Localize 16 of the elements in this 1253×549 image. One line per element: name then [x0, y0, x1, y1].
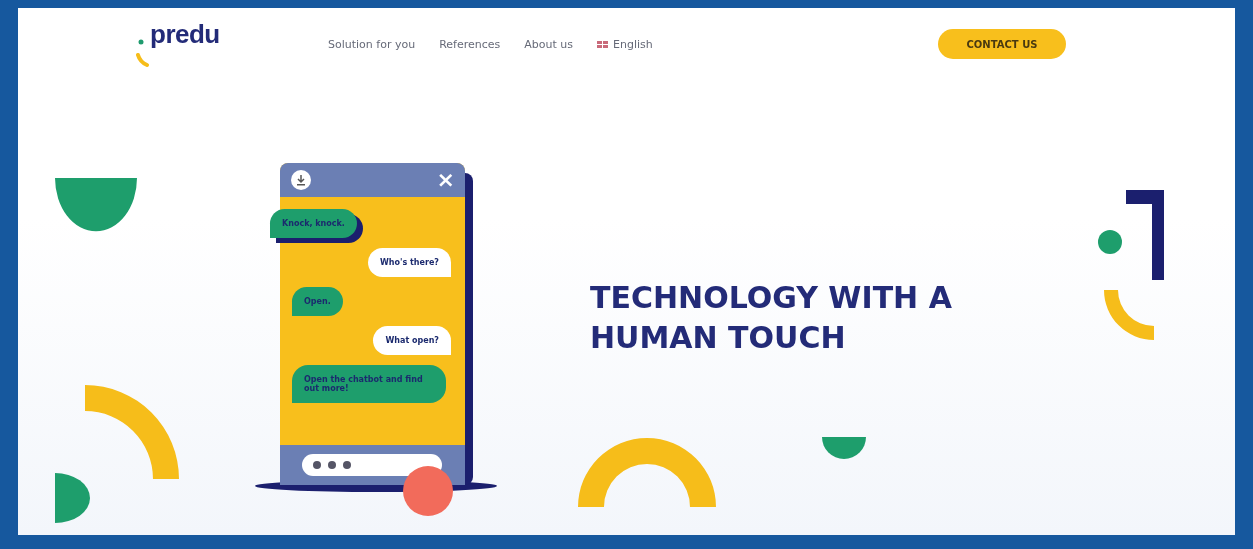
contact-button[interactable]: CONTACT US — [938, 29, 1066, 59]
typing-dots-icon — [312, 460, 352, 470]
nav-link[interactable]: Solution for you — [328, 37, 416, 51]
message-input-field[interactable] — [302, 454, 442, 476]
nav-link[interactable]: References — [439, 37, 501, 51]
close-button[interactable]: × — [436, 169, 455, 191]
coral-circle — [403, 466, 453, 516]
user-message: Who's there? — [368, 248, 451, 277]
bot-message: Open the chatbot and find out more! — [292, 365, 446, 403]
hero-headline: TECHNOLOGY WITH A HUMAN TOUCH — [590, 279, 953, 357]
nav-link[interactable]: About us — [524, 37, 573, 51]
language-link[interactable]: English — [597, 37, 653, 51]
flag-icon — [597, 40, 608, 48]
bot-message: Open. — [292, 287, 343, 316]
user-message: What open? — [373, 326, 451, 355]
logo-text[interactable]: predu — [150, 19, 220, 50]
